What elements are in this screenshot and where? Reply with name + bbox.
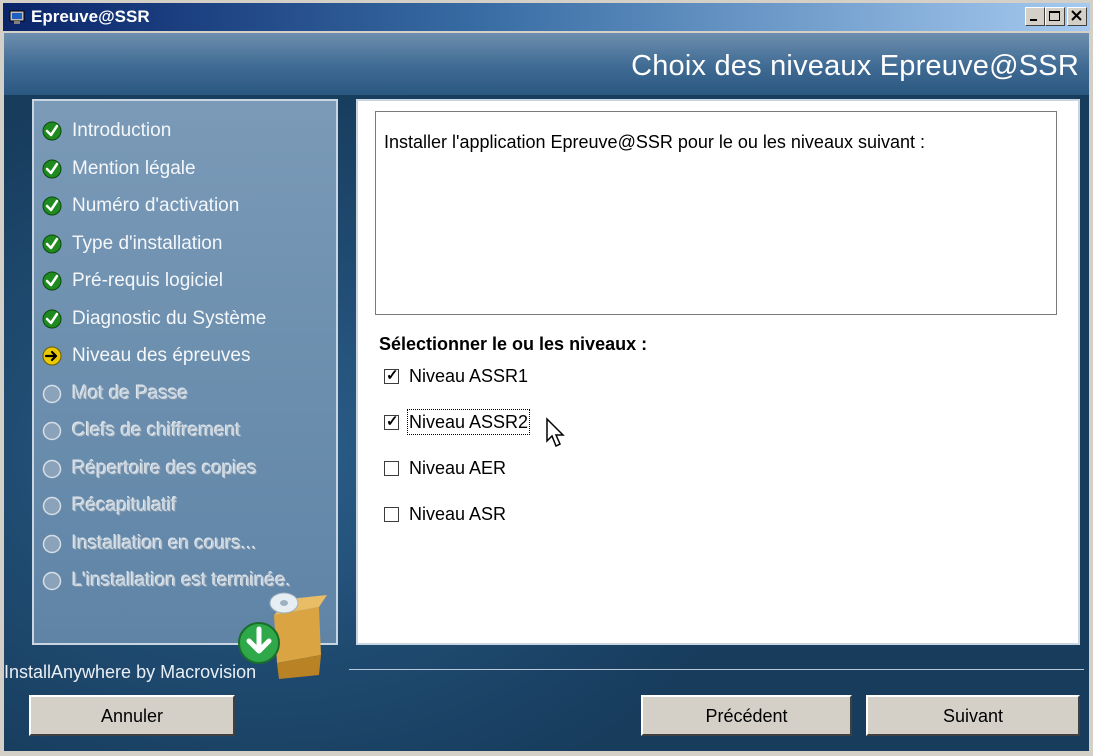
step-label: Pré-requis logiciel (72, 270, 224, 291)
minimize-icon (1030, 19, 1037, 21)
arrow-right-icon (42, 346, 62, 366)
empty-circle-icon (42, 459, 62, 478)
checkmark-icon (42, 121, 62, 141)
step-label: Introduction (72, 120, 172, 141)
maximize-icon (1049, 11, 1060, 21)
level-option-label[interactable]: Niveau ASSR1 (409, 365, 528, 387)
step-label: Diagnostic du Système (72, 307, 267, 329)
level-checkbox[interactable]: ✓ (384, 367, 399, 384)
step-label: Numéro d'activation (72, 195, 240, 216)
mouse-cursor-icon (546, 417, 565, 448)
step-label: Type d'installation (72, 232, 223, 254)
level-checkbox[interactable] (384, 461, 399, 476)
checkmark-icon (42, 234, 62, 253)
step-label: Niveau des épreuves (72, 345, 251, 366)
checkmark-icon (42, 271, 62, 291)
steps-panel: Introduction Mention légale Numéro d'activ… (32, 99, 338, 645)
empty-circle-icon (42, 421, 62, 441)
cancel-button[interactable]: Annuler (29, 695, 235, 736)
empty-circle-icon (42, 571, 62, 591)
close-icon (1071, 10, 1082, 21)
step-label: Installation en cours... (72, 532, 257, 554)
app-icon (9, 10, 25, 24)
installer-window: Epreuve@SSR Choix des niveaux Epreuve@SS… (0, 0, 1093, 756)
footer-divider (349, 669, 1084, 670)
level-option-label[interactable]: Niveau AER (409, 457, 506, 479)
checkmark-icon (42, 196, 62, 216)
minimize-button[interactable] (1025, 7, 1045, 26)
window-title: Epreuve@SSR (31, 7, 150, 26)
level-option-label[interactable]: Niveau ASSR2 (406, 409, 531, 435)
maximize-button[interactable] (1045, 7, 1065, 26)
page-title: Choix des niveaux Epreuve@SSR (631, 50, 1079, 82)
level-option-label[interactable]: Niveau ASR (409, 503, 506, 525)
install-box-icon (238, 592, 327, 679)
main-panel: Installer l'application Epreuve@SSR pour… (356, 99, 1080, 645)
next-button[interactable]: Suivant (866, 695, 1080, 736)
header-band: Choix des niveaux Epreuve@SSR (4, 33, 1089, 95)
checkbox-check-icon: ✓ (386, 413, 399, 430)
step-label: Clefs de chiffrement (72, 420, 241, 441)
brand-text: InstallAnywhere by Macrovision (4, 662, 257, 682)
empty-circle-icon (42, 496, 62, 516)
step-label: Récapitulatif (72, 495, 177, 516)
select-levels-label: Sélectionner le ou les niveaux : (379, 334, 648, 354)
installer-content: Choix des niveaux Epreuve@SSR Introducti… (4, 33, 1089, 751)
step-label: Mot de Passe (72, 382, 189, 404)
empty-circle-icon (42, 384, 62, 403)
checkmark-icon (42, 159, 62, 178)
title-bar[interactable]: Epreuve@SSR (3, 3, 1090, 31)
step-label: Répertoire des copies (72, 457, 257, 479)
level-checkbox[interactable] (384, 507, 399, 522)
empty-circle-icon (42, 534, 62, 553)
previous-button[interactable]: Précédent (641, 695, 852, 736)
step-label: Mention légale (72, 157, 196, 179)
close-button[interactable] (1067, 7, 1087, 26)
description-box: Installer l'application Epreuve@SSR pour… (375, 111, 1057, 315)
checkbox-check-icon: ✓ (386, 367, 399, 384)
level-checkbox[interactable]: ✓ (384, 413, 399, 430)
description-text: Installer l'application Epreuve@SSR pour… (384, 132, 926, 152)
checkmark-icon (42, 309, 62, 328)
